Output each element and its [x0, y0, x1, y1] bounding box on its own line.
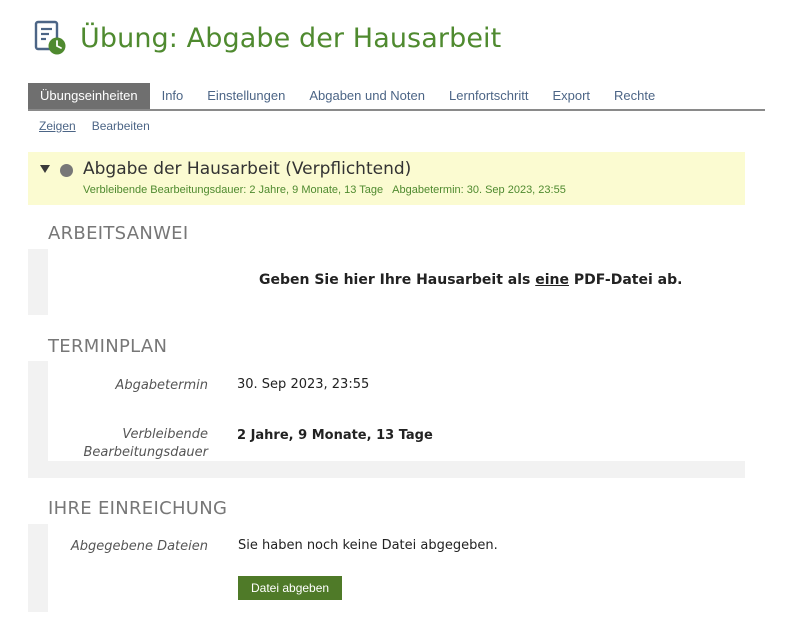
tab-info[interactable]: Info	[150, 83, 196, 109]
instructions-heading: ARBEITSANWEI	[48, 223, 189, 244]
remaining-label: Verbleibende Bearbeitungsdauer	[48, 426, 209, 462]
instructions-text-underlined: eine	[535, 272, 569, 288]
assignment-header: Abgabe der Hausarbeit (Verpflichtend) Ve…	[28, 152, 745, 205]
tab-export[interactable]: Export	[540, 83, 602, 109]
submission-heading: IHRE EINREICHUNG	[48, 498, 228, 519]
schedule-heading: TERMINPLAN	[48, 336, 168, 357]
sub-tabs: Zeigen Bearbeiten	[39, 119, 150, 133]
assignment-title[interactable]: Abgabe der Hausarbeit (Verpflichtend)	[83, 159, 411, 179]
tab-rechte[interactable]: Rechte	[602, 83, 667, 109]
remaining-label-line2: Bearbeitungsdauer	[83, 445, 209, 460]
subtab-bearbeiten[interactable]: Bearbeiten	[92, 119, 150, 133]
schedule-panel	[223, 361, 745, 461]
main-tabs: Übungseinheiten Info Einstellungen Abgab…	[28, 83, 765, 111]
remaining-label-line1: Verbleibende	[122, 427, 208, 442]
page-title: Übung: Abgabe der Hausarbeit	[80, 22, 502, 54]
instructions-text-after: PDF-Datei ab.	[569, 272, 683, 288]
files-label: Abgegebene Dateien	[70, 539, 208, 554]
assignment-meta: Verbleibende Bearbeitungsdauer: 2 Jahre,…	[83, 184, 566, 196]
deadline-value: 30. Sep 2023, 23:55	[237, 377, 370, 392]
tab-uebungseinheiten[interactable]: Übungseinheiten	[28, 83, 150, 109]
status-dot-icon	[60, 164, 73, 177]
files-value: Sie haben noch keine Datei abgegeben.	[238, 538, 498, 553]
assignment-deadline: Abgabetermin: 30. Sep 2023, 23:55	[392, 184, 566, 196]
remaining-value: 2 Jahre, 9 Monate, 13 Tage	[237, 428, 433, 443]
page-header: Übung: Abgabe der Hausarbeit	[34, 18, 501, 58]
collapse-triangle-icon[interactable]	[40, 165, 50, 173]
instructions-panel: Geben Sie hier Ihre Hausarbeit als eine …	[243, 249, 745, 315]
tab-einstellungen[interactable]: Einstellungen	[195, 83, 297, 109]
tab-abgaben-und-noten[interactable]: Abgaben und Noten	[297, 83, 437, 109]
submit-file-button[interactable]: Datei abgeben	[238, 576, 343, 600]
instructions-left-panel	[48, 249, 243, 315]
deadline-label: Abgabetermin	[115, 378, 208, 393]
instructions-text-before: Geben Sie hier Ihre Hausarbeit als	[259, 272, 536, 288]
exercise-document-clock-icon	[34, 20, 66, 55]
subtab-zeigen[interactable]: Zeigen	[39, 119, 76, 133]
tab-lernfortschritt[interactable]: Lernfortschritt	[437, 83, 540, 109]
instructions-text: Geben Sie hier Ihre Hausarbeit als eine …	[259, 272, 682, 288]
assignment-remaining: Verbleibende Bearbeitungsdauer: 2 Jahre,…	[83, 184, 384, 196]
